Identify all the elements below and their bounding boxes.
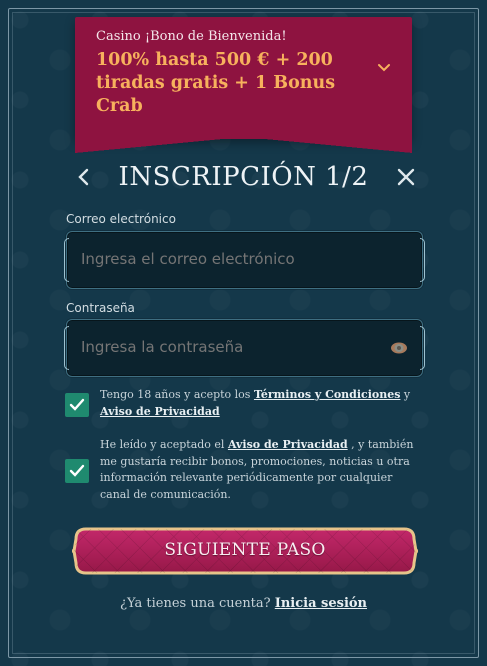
- email-label: Correo electrónico: [66, 212, 176, 226]
- marketing-text-before: He leído y aceptado el: [100, 438, 228, 451]
- chevron-down-icon[interactable]: [376, 59, 392, 75]
- privacy-link-2[interactable]: Aviso de Privacidad: [228, 438, 348, 451]
- marketing-text: He leído y aceptado el Aviso de Privacid…: [100, 437, 420, 503]
- terms-link[interactable]: Términos y Condiciones: [254, 388, 400, 401]
- eye-icon[interactable]: [390, 341, 408, 355]
- close-icon[interactable]: [395, 166, 417, 188]
- terms-text-middle: y: [400, 388, 411, 401]
- privacy-link[interactable]: Aviso de Privacidad: [100, 405, 220, 418]
- login-prompt: ¿Ya tienes una cuenta? Inicia sesión: [0, 596, 487, 611]
- login-question: ¿Ya tienes una cuenta?: [119, 596, 275, 611]
- checkmark-icon: [69, 464, 85, 477]
- next-step-label: SIGUIENTE PASO: [164, 540, 326, 560]
- password-label: Contraseña: [66, 301, 135, 315]
- terms-text-before: Tengo 18 años y acepto los: [100, 388, 254, 401]
- next-step-button[interactable]: SIGUIENTE PASO: [72, 525, 418, 577]
- checkmark-icon: [69, 398, 85, 411]
- terms-text: Tengo 18 años y acepto los Términos y Co…: [100, 387, 420, 420]
- banner-title: 100% hasta 500 € + 200 tiradas gratis + …: [96, 50, 336, 116]
- banner-subtitle: Casino ¡Bono de Bienvenida!: [96, 29, 287, 44]
- email-field-container: [64, 231, 425, 289]
- password-field-container: [64, 319, 425, 377]
- marketing-checkbox[interactable]: [65, 459, 89, 483]
- terms-checkbox[interactable]: [65, 393, 89, 417]
- password-field[interactable]: [81, 338, 381, 356]
- welcome-bonus-banner[interactable]: Casino ¡Bono de Bienvenida! 100% hasta 5…: [75, 17, 412, 153]
- email-field[interactable]: [81, 250, 381, 268]
- login-link[interactable]: Inicia sesión: [275, 596, 367, 611]
